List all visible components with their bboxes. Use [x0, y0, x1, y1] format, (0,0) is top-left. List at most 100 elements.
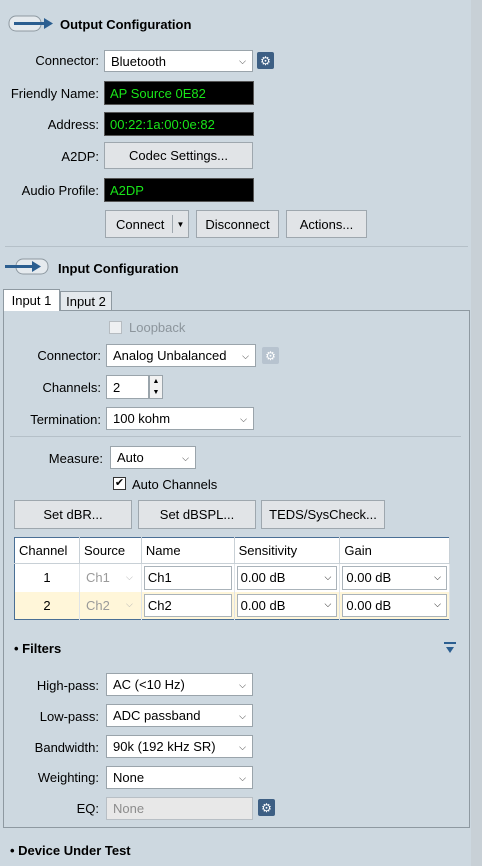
- connect-button[interactable]: Connect ▼: [105, 210, 189, 238]
- filters-title[interactable]: • Filters: [14, 641, 61, 656]
- chevron-down-icon: ⌵: [126, 599, 133, 610]
- table-row[interactable]: 2 Ch2 ⌵ Ch2 0.00 dB ⌵ 0.00 dB ⌵: [14, 591, 450, 620]
- lowpass-label: Low-pass:: [39, 709, 99, 724]
- chevron-down-icon: ⌵: [182, 452, 189, 463]
- connect-button-label: Connect: [116, 216, 165, 232]
- sensitivity-value: 0.00 dB: [240, 597, 286, 613]
- set-dbspl-button[interactable]: Set dBSPL...: [138, 500, 256, 529]
- gain-cell[interactable]: 0.00 dB ⌵: [339, 563, 450, 592]
- channel-table: Channel Source Name Sensitivity Gain 1 C…: [14, 537, 450, 620]
- channels-label: Channels:: [42, 380, 101, 395]
- friendly-name-label: Friendly Name:: [10, 86, 99, 101]
- chevron-down-icon: ⌵: [239, 772, 246, 783]
- filters-title-text: Filters: [22, 641, 62, 656]
- termination-select[interactable]: 100 kohm ⌵: [106, 407, 254, 430]
- source-cell[interactable]: Ch1 ⌵: [79, 563, 142, 592]
- bandwidth-label: Bandwidth:: [34, 740, 99, 755]
- tab-input-2[interactable]: Input 2: [60, 291, 112, 311]
- collapse-icon[interactable]: [443, 641, 457, 655]
- dut-title[interactable]: • Device Under Test: [10, 843, 131, 858]
- output-connector-select[interactable]: Bluetooth ⌵: [104, 50, 253, 72]
- termination-value: 100 kohm: [113, 411, 171, 426]
- name-value: Ch2: [147, 597, 172, 613]
- auto-channels-label: Auto Channels: [132, 477, 218, 492]
- chevron-down-icon: ⌵: [239, 741, 246, 752]
- gear-icon[interactable]: ⚙: [258, 799, 275, 816]
- gear-icon[interactable]: ⚙: [262, 347, 279, 364]
- output-config-icon: [8, 13, 54, 38]
- measure-select[interactable]: Auto ⌵: [110, 446, 196, 469]
- address-field[interactable]: 00:22:1a:00:0e:82: [104, 112, 254, 136]
- highpass-select[interactable]: AC (<10 Hz) ⌵: [106, 673, 253, 696]
- table-header-row: Channel Source Name Sensitivity Gain: [14, 537, 450, 564]
- input-connector-select[interactable]: Analog Unbalanced ⌵: [106, 344, 256, 367]
- source-value: Ch2: [85, 597, 110, 613]
- input-config-icon: [4, 256, 50, 281]
- output-config-title: Output Configuration: [60, 17, 192, 32]
- column-header-channel[interactable]: Channel: [14, 537, 80, 564]
- gain-cell[interactable]: 0.00 dB ⌵: [339, 591, 450, 620]
- weighting-select[interactable]: None ⌵: [106, 766, 253, 789]
- name-cell[interactable]: Ch1: [141, 563, 235, 592]
- input-config-title: Input Configuration: [58, 261, 179, 276]
- input-connector-value: Analog Unbalanced: [113, 348, 227, 363]
- eq-label: EQ:: [76, 801, 99, 816]
- section-divider: [5, 246, 468, 247]
- output-connector-value: Bluetooth: [111, 53, 166, 69]
- vertical-scrollbar[interactable]: [471, 0, 482, 866]
- chevron-down-icon: ⌵: [239, 710, 246, 721]
- highpass-label: High-pass:: [36, 678, 99, 693]
- address-label: Address:: [47, 117, 99, 132]
- sensitivity-value: 0.00 dB: [240, 570, 286, 586]
- weighting-value: None: [113, 770, 145, 785]
- lowpass-select[interactable]: ADC passband ⌵: [106, 704, 253, 727]
- measure-label: Measure:: [48, 451, 103, 466]
- channel-number: 2: [14, 591, 80, 620]
- lowpass-value: ADC passband: [113, 708, 201, 723]
- column-header-source[interactable]: Source: [79, 537, 142, 564]
- table-row[interactable]: 1 Ch1 ⌵ Ch1 0.00 dB ⌵ 0.00 dB ⌵: [14, 563, 450, 592]
- channels-stepper[interactable]: ▲ ▼: [149, 375, 163, 399]
- column-header-gain[interactable]: Gain: [339, 537, 450, 564]
- eq-field[interactable]: None: [106, 797, 253, 820]
- weighting-label: Weighting:: [37, 770, 99, 785]
- a2dp-label: A2DP:: [61, 149, 99, 164]
- teds-syscheck-button[interactable]: TEDS/SysCheck...: [261, 500, 385, 529]
- friendly-name-field[interactable]: AP Source 0E82: [104, 81, 254, 105]
- audio-profile-field[interactable]: A2DP: [104, 178, 254, 202]
- stepper-up-icon[interactable]: ▲: [150, 376, 162, 387]
- gain-value: 0.00 dB: [346, 570, 392, 586]
- auto-channels-checkbox[interactable]: ✔: [113, 477, 126, 490]
- input-connector-label: Connector:: [37, 348, 101, 363]
- chevron-down-icon: ⌵: [434, 571, 441, 582]
- column-header-name[interactable]: Name: [141, 537, 235, 564]
- tab-input-1[interactable]: Input 1: [3, 289, 60, 311]
- sensitivity-cell[interactable]: 0.00 dB ⌵: [234, 563, 341, 592]
- output-connector-label: Connector:: [35, 53, 99, 68]
- disconnect-button[interactable]: Disconnect: [196, 210, 279, 238]
- channels-field[interactable]: 2: [106, 375, 149, 399]
- connect-dropdown-arrow[interactable]: ▼: [172, 215, 188, 233]
- eq-value: None: [113, 801, 145, 816]
- gain-value: 0.00 dB: [346, 597, 392, 613]
- chevron-down-icon: ⌵: [239, 679, 246, 690]
- codec-settings-button[interactable]: Codec Settings...: [104, 142, 253, 169]
- termination-label: Termination:: [30, 412, 101, 427]
- bandwidth-value: 90k (192 kHz SR): [113, 739, 216, 754]
- chevron-down-icon: ⌵: [434, 599, 441, 610]
- name-cell[interactable]: Ch2: [141, 591, 235, 620]
- set-dbr-button[interactable]: Set dBR...: [14, 500, 132, 529]
- sensitivity-cell[interactable]: 0.00 dB ⌵: [234, 591, 341, 620]
- chevron-down-icon: ⌵: [239, 56, 246, 66]
- gear-icon[interactable]: ⚙: [257, 52, 274, 69]
- chevron-down-icon: ⌵: [324, 599, 332, 610]
- loopback-checkbox[interactable]: [109, 321, 122, 334]
- bullet-icon: •: [14, 641, 23, 656]
- bandwidth-select[interactable]: 90k (192 kHz SR) ⌵: [106, 735, 253, 758]
- chevron-down-icon: ⌵: [324, 571, 332, 582]
- stepper-down-icon[interactable]: ▼: [150, 387, 162, 398]
- column-header-sensitivity[interactable]: Sensitivity: [234, 537, 341, 564]
- source-cell[interactable]: Ch2 ⌵: [79, 591, 142, 620]
- chevron-down-icon: ⌵: [242, 350, 249, 361]
- actions-button[interactable]: Actions...: [286, 210, 367, 238]
